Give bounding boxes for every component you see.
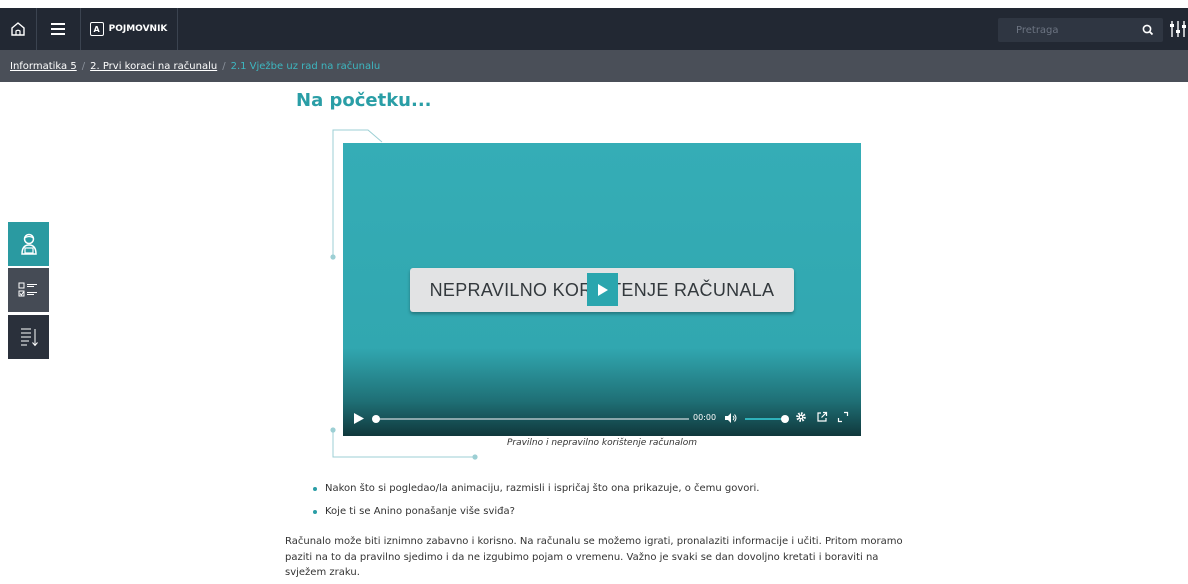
play-icon[interactable] (353, 412, 365, 425)
home-icon (10, 22, 25, 36)
breadcrumb-separator: / (81, 60, 86, 72)
list-item: Nakon što si pogledao/la animaciju, razm… (311, 482, 759, 505)
video-player[interactable]: NEPRAVILNO KORIŠTENJE RAČUNALA 00:00 (343, 143, 861, 436)
gear-icon[interactable] (795, 411, 807, 423)
breadcrumb-link-prvi-koraci[interactable]: 2. Prvi koraci na računalu (90, 61, 217, 72)
sort-list-icon (20, 328, 38, 347)
breadcrumb: Informatika 5 / 2. Prvi koraci na računa… (0, 50, 1188, 82)
sliders-settings-icon[interactable] (1168, 19, 1188, 39)
pojmovnik-button[interactable]: A POJMOVNIK (81, 8, 176, 50)
breadcrumb-separator: / (222, 60, 226, 72)
checklist-icon (18, 282, 37, 297)
play-icon (597, 283, 608, 296)
video-time: 00:00 (693, 413, 717, 422)
list-item: Koje ti se Anino ponašanje više sviđa? (311, 505, 759, 528)
search-input[interactable] (998, 18, 1138, 42)
progress-handle[interactable] (372, 415, 380, 423)
body-paragraph: Računalo može biti iznimno zabavno i kor… (285, 536, 903, 578)
home-button[interactable] (0, 8, 35, 50)
pojmovnik-label: POJMOVNIK (108, 24, 168, 34)
top-navigation-bar: A POJMOVNIK (0, 8, 1188, 50)
sort-button[interactable] (8, 315, 49, 359)
volume-icon[interactable] (724, 412, 738, 424)
topbar-divider (177, 8, 178, 50)
menu-button[interactable] (37, 8, 79, 50)
student-profile-button[interactable] (8, 222, 49, 266)
search-icon[interactable] (1141, 23, 1155, 37)
question-list: Nakon što si pogledao/la animaciju, razm… (311, 482, 759, 528)
student-avatar-icon (20, 233, 37, 255)
tasks-button[interactable] (8, 268, 49, 312)
fullscreen-icon[interactable] (837, 411, 849, 423)
external-link-icon[interactable] (816, 411, 828, 423)
search-box (998, 18, 1163, 42)
volume-handle[interactable] (781, 415, 789, 423)
glossary-icon: A (89, 22, 104, 36)
video-play-overlay-button[interactable] (587, 273, 618, 306)
breadcrumb-link-informatika[interactable]: Informatika 5 (10, 61, 77, 72)
video-controls: 00:00 (343, 402, 861, 436)
page-title: Na početku... (296, 90, 432, 111)
breadcrumb-current: 2.1 Vježbe uz rad na računalu (230, 60, 381, 72)
video-progress-bar[interactable] (372, 415, 689, 423)
hamburger-menu-icon (51, 23, 65, 35)
volume-slider[interactable] (745, 415, 789, 423)
video-caption: Pravilno i nepravilno korištenje računal… (506, 438, 698, 448)
